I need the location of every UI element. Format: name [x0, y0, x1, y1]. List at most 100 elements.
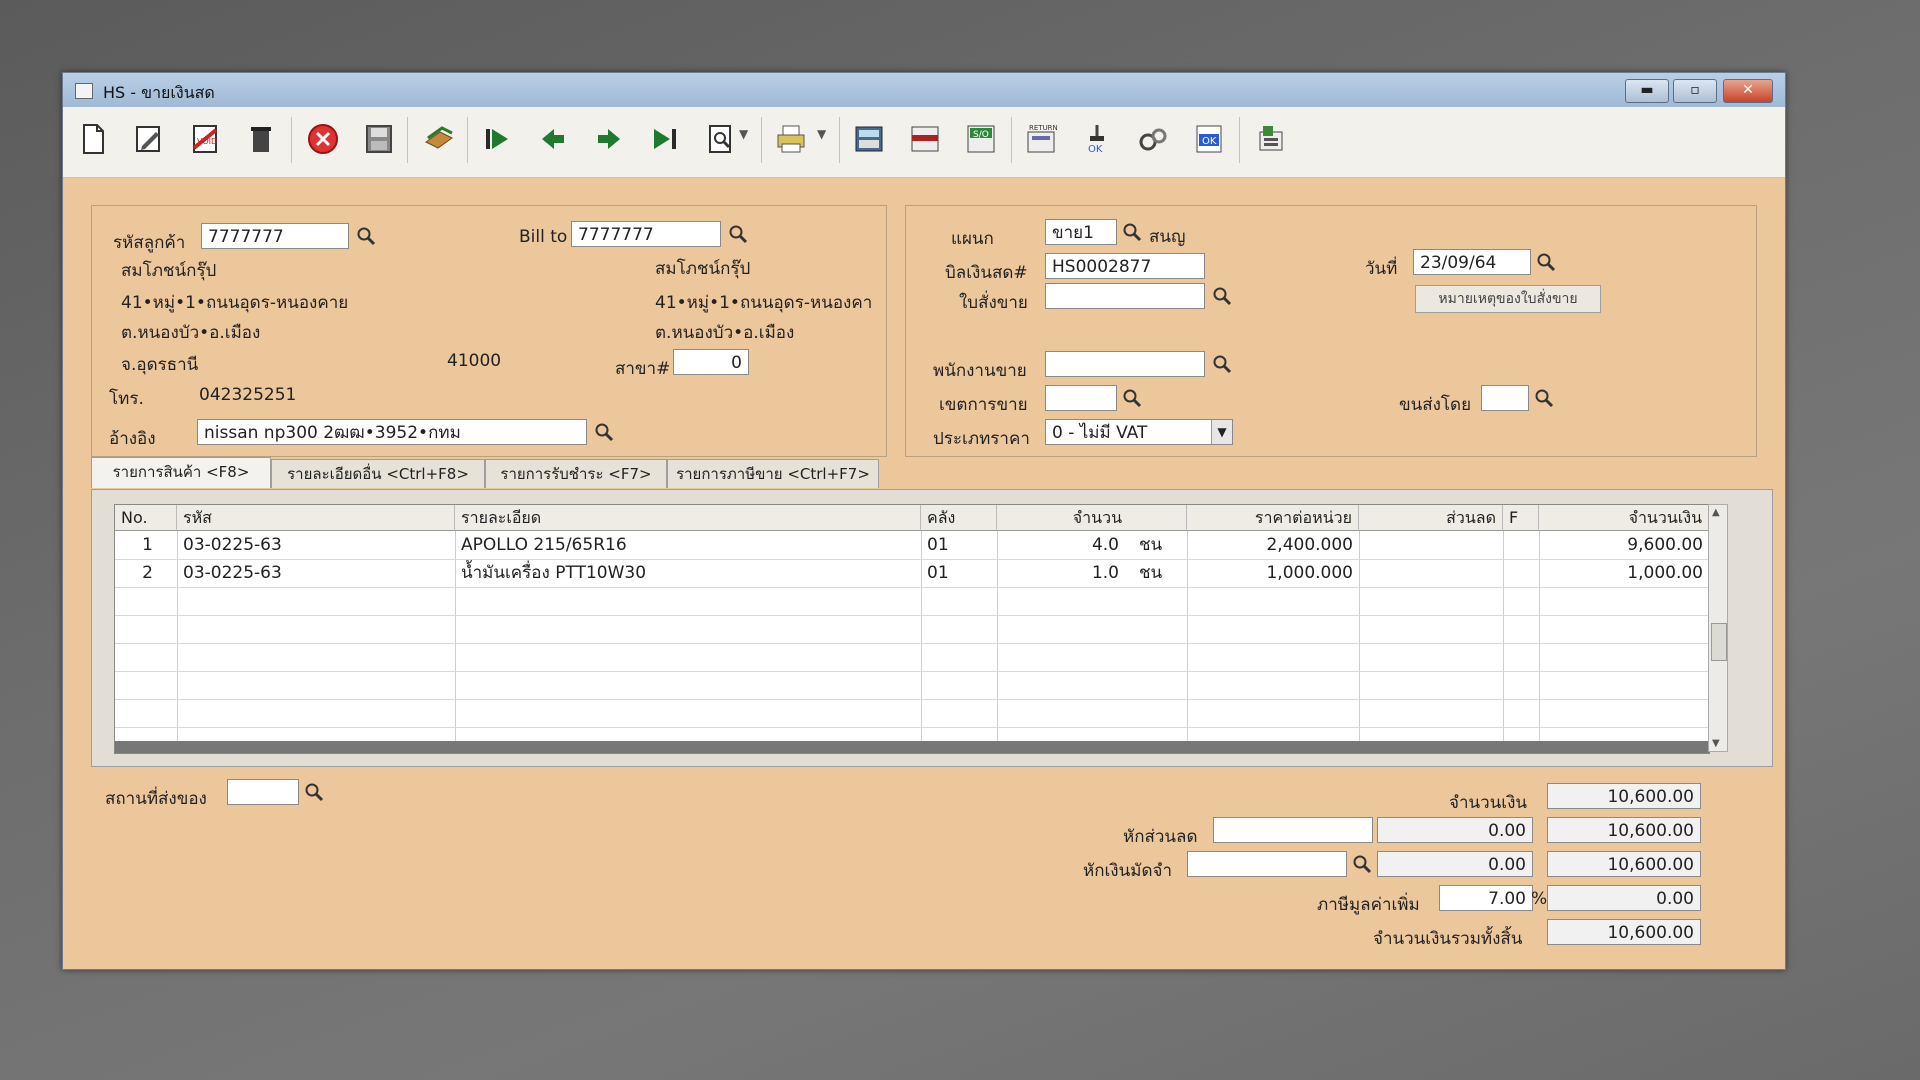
date-field[interactable]: 23/09/64: [1413, 249, 1531, 275]
sales-order-note-button[interactable]: หมายเหตุของใบสั่งขาย: [1415, 285, 1601, 313]
tab-sales-tax[interactable]: รายการภาษีขาย <Ctrl+F7>: [667, 459, 879, 488]
ship-by-search-icon[interactable]: [1531, 385, 1557, 411]
window-title: HS - ขายเงินสด: [103, 83, 215, 102]
reference-field[interactable]: nissan np300 2ฒฒ•3952•กทม: [197, 419, 587, 445]
items-grid-container: No. รหัส รายละเอียด คลัง จำนวน ราคาต่อหน…: [91, 489, 1773, 767]
discount-input[interactable]: [1213, 817, 1373, 843]
sales-order-field[interactable]: [1045, 283, 1205, 309]
maximize-button[interactable]: ▫: [1673, 79, 1717, 103]
void-icon[interactable]: VOID: [185, 119, 225, 159]
new-doc-icon[interactable]: [73, 119, 113, 159]
row-quantity: 4.0: [1091, 535, 1119, 555]
department-field[interactable]: ขาย1: [1045, 219, 1117, 245]
col-amount[interactable]: จำนวนเงิน: [1539, 505, 1709, 531]
customer-code-label: รหัสลูกค้า: [113, 233, 186, 253]
tab-payments[interactable]: รายการรับชำระ <F7>: [485, 459, 667, 488]
ship-by-field[interactable]: [1481, 385, 1529, 411]
tab-items[interactable]: รายการสินค้า <F8>: [91, 457, 271, 488]
tools-icon[interactable]: [1133, 119, 1173, 159]
row-quantity: 1.0: [1091, 563, 1119, 583]
save-icon[interactable]: [359, 119, 399, 159]
previous-record-icon[interactable]: [533, 119, 573, 159]
department-search-icon[interactable]: [1119, 219, 1145, 245]
approve-icon[interactable]: OK: [1077, 119, 1117, 159]
print-icon[interactable]: [771, 119, 811, 159]
col-warehouse[interactable]: คลัง: [921, 505, 997, 531]
document-panel: [905, 205, 1757, 457]
form-icon[interactable]: [905, 119, 945, 159]
deposit-search-icon[interactable]: [1349, 851, 1375, 877]
after-deposit-field: 10,600.00: [1547, 851, 1701, 877]
row-unit: ชน: [1139, 563, 1163, 583]
col-unit-price[interactable]: ราคาต่อหน่วย: [1187, 505, 1359, 531]
edit-icon[interactable]: [129, 119, 169, 159]
scroll-up-icon[interactable]: ▲: [1712, 507, 1720, 518]
minimize-button[interactable]: ▬: [1625, 79, 1669, 103]
ship-by-label: ขนส่งโดย: [1399, 395, 1472, 415]
row-code: 03-0225-63: [183, 535, 282, 555]
customer-postcode: 41000: [447, 351, 502, 371]
chevron-down-icon[interactable]: ▼: [1211, 420, 1232, 444]
copy-icon[interactable]: [419, 119, 459, 159]
close-button[interactable]: ✕: [1723, 79, 1773, 103]
last-record-icon[interactable]: [645, 119, 685, 159]
price-type-select[interactable]: 0 - ไม่มี VAT ▼: [1045, 419, 1233, 445]
salesman-search-icon[interactable]: [1209, 351, 1235, 377]
cash-bill-field[interactable]: HS0002877: [1045, 253, 1205, 279]
ship-place-search-icon[interactable]: [301, 779, 327, 805]
sales-area-label: เขตการขาย: [939, 395, 1028, 415]
bill-to-search-icon[interactable]: [725, 221, 751, 247]
svg-text:S/O: S/O: [973, 130, 989, 140]
phone-label: โทร.: [109, 389, 144, 409]
row-no: 2: [142, 563, 153, 583]
horizontal-scrollbar[interactable]: [115, 741, 1709, 753]
branch-field[interactable]: 0: [673, 349, 749, 375]
col-flag[interactable]: F: [1503, 505, 1539, 531]
ship-place-field[interactable]: [227, 779, 299, 805]
date-picker-icon[interactable]: [1533, 249, 1559, 275]
branch-label: สาขา#: [615, 359, 671, 379]
scroll-down-icon[interactable]: ▼: [1712, 738, 1720, 749]
amount-field: 10,600.00: [1547, 783, 1701, 809]
tab-other-details[interactable]: รายละเอียดอื่น <Ctrl+F8>: [271, 459, 485, 488]
reference-search-icon[interactable]: [591, 419, 617, 445]
vertical-scrollbar[interactable]: ▲ ▼: [1708, 504, 1728, 752]
row-amount: 1,000.00: [1627, 563, 1703, 583]
next-record-icon[interactable]: [589, 119, 629, 159]
print-dropdown-icon[interactable]: ▼: [817, 127, 826, 141]
svg-text:OK: OK: [1202, 136, 1217, 147]
customer-address-1: 41•หมู่•1•ถนนอุดร-หนองคาย: [121, 293, 349, 313]
customer-code-field[interactable]: 7777777: [201, 223, 349, 249]
col-discount[interactable]: ส่วนลด: [1359, 505, 1503, 531]
col-quantity[interactable]: จำนวน: [997, 505, 1187, 531]
sales-area-field[interactable]: [1045, 385, 1117, 411]
items-grid: No. รหัส รายละเอียด คลัง จำนวน ราคาต่อหน…: [114, 504, 1710, 754]
date-label: วันที่: [1365, 259, 1398, 279]
delete-bin-icon[interactable]: [241, 119, 281, 159]
salesman-field[interactable]: [1045, 351, 1205, 377]
vat-rate-field[interactable]: 7.00: [1439, 885, 1533, 911]
col-description[interactable]: รายละเอียด: [455, 505, 921, 531]
cancel-icon[interactable]: [303, 119, 343, 159]
after-discount-field: 10,600.00: [1547, 817, 1701, 843]
report-icon[interactable]: [1251, 119, 1291, 159]
dropdown-arrow-icon[interactable]: ▼: [739, 127, 748, 141]
calculator-icon[interactable]: [849, 119, 889, 159]
row-discount: [1359, 531, 1503, 559]
so-icon[interactable]: S/O: [961, 119, 1001, 159]
row-discount: [1359, 559, 1503, 587]
row-code: 03-0225-63: [183, 563, 282, 583]
deposit-input[interactable]: [1187, 851, 1347, 877]
col-no[interactable]: No.: [115, 505, 177, 531]
customer-search-icon[interactable]: [353, 223, 379, 249]
ok-icon[interactable]: OK: [1189, 119, 1229, 159]
search-doc-icon[interactable]: [701, 119, 741, 159]
sales-order-search-icon[interactable]: [1209, 283, 1235, 309]
vat-amount-field: 0.00: [1547, 885, 1701, 911]
scroll-thumb[interactable]: [1711, 623, 1727, 661]
col-code[interactable]: รหัส: [177, 505, 455, 531]
first-record-icon[interactable]: [477, 119, 517, 159]
return-icon[interactable]: RETURN: [1021, 119, 1061, 159]
sales-area-search-icon[interactable]: [1119, 385, 1145, 411]
bill-to-field[interactable]: 7777777: [571, 221, 721, 247]
